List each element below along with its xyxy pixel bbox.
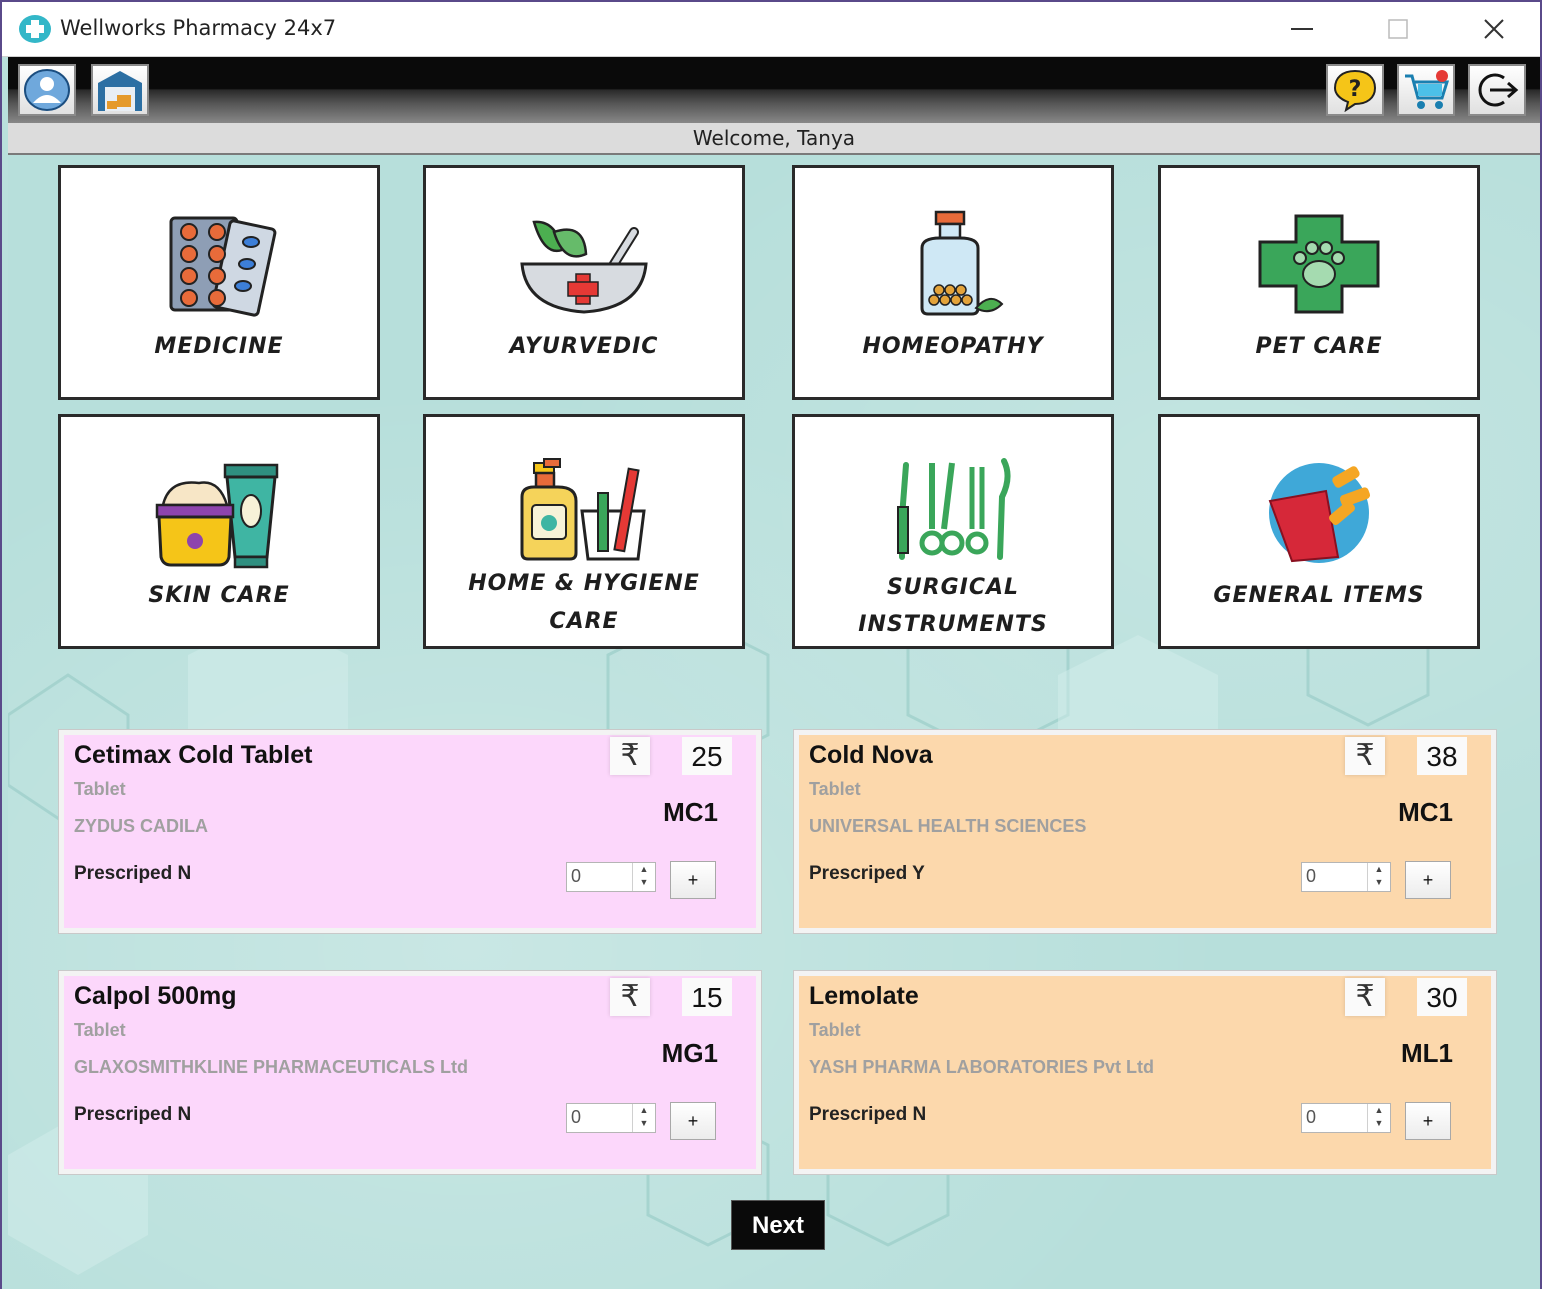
cream-icon [155,463,279,569]
rupee-icon: ₹ [610,737,650,775]
category-label: MEDICINE [154,334,284,359]
product-card: Lemolate Tablet YASH PHARMA LABORATORIES… [793,970,1497,1175]
spinner-arrows-icon[interactable]: ▲ ▼ [632,863,655,891]
help-icon: ? [1333,69,1377,112]
quantity-value: 0 [571,1107,582,1127]
product-code: MC1 [1398,797,1453,827]
maximize-button[interactable] [1368,8,1428,50]
logout-icon [1478,73,1519,107]
product-card: Calpol 500mg Tablet GLAXOSMITHKLINE PHAR… [58,970,762,1175]
profile-icon [24,69,70,111]
app-window: Wellworks Pharmacy 24x7 ? Welcome, Tanya… [2,2,1540,1289]
product-prescribed: Prescriped N [74,863,192,884]
minimize-button[interactable] [1272,8,1332,50]
category-skin-care[interactable]: SKIN CARE [58,414,380,649]
product-price: 25 [682,737,732,775]
product-manufacturer: ZYDUS CADILA [74,816,208,836]
rupee-icon: ₹ [1345,737,1385,775]
category-label-line2: INSTRUMENTS [858,612,1048,637]
quantity-value: 0 [1306,1107,1317,1127]
product-manufacturer: UNIVERSAL HEALTH SCIENCES [809,816,1087,836]
product-price: 15 [682,978,732,1016]
category-label: PET CARE [1255,334,1383,359]
snacks-icon [1268,463,1371,563]
category-label-line1: SURGICAL [886,575,1020,600]
quantity-value: 0 [1306,866,1317,886]
paw-cross-icon [1258,214,1380,314]
spinner-arrows-icon[interactable]: ▲ ▼ [1367,1104,1390,1132]
close-window-button[interactable] [1464,8,1524,50]
product-name: Lemolate [809,982,919,1010]
product-form: Tablet [74,1020,126,1040]
product-manufacturer: GLAXOSMITHKLINE PHARMACEUTICALS Ltd [74,1057,468,1077]
category-label: GENERAL ITEMS [1213,583,1425,608]
product-form: Tablet [809,1020,861,1040]
bottle-icon [920,210,1004,316]
mortar-pestle-icon [520,220,648,314]
category-label-line1: HOME & HYGIENE [468,571,700,596]
product-name: Cold Nova [809,741,933,769]
category-label-line2: CARE [549,609,619,634]
product-code: ML1 [1401,1038,1453,1068]
quantity-stepper[interactable]: 0 ▲ ▼ [1301,1103,1391,1133]
spinner-arrows-icon[interactable]: ▲ ▼ [1367,863,1390,891]
spinner-arrows-icon[interactable]: ▲ ▼ [632,1104,655,1132]
warehouse-icon [98,71,142,111]
category-homeopathy[interactable]: HOMEOPATHY [792,165,1114,400]
category-pet-care[interactable]: PET CARE [1158,165,1480,400]
svg-text:?: ? [1349,77,1362,102]
category-label: HOMEOPATHY [862,334,1044,359]
rupee-icon: ₹ [1345,978,1385,1016]
quantity-stepper[interactable]: 0 ▲ ▼ [566,1103,656,1133]
product-manufacturer: YASH PHARMA LABORATORIES Pvt Ltd [809,1057,1155,1077]
add-to-cart-button[interactable]: + [1405,1102,1451,1140]
add-to-cart-button[interactable]: + [670,861,716,899]
window-title: Wellworks Pharmacy 24x7 [60,16,337,40]
product-prescribed: Prescriped N [809,1104,927,1125]
next-button[interactable]: Next [731,1200,825,1250]
surgical-tools-icon [897,458,1011,560]
minimize-icon [1291,28,1313,30]
product-price: 30 [1417,978,1467,1016]
toolbar: ? [8,57,1540,123]
logout-button[interactable] [1468,64,1526,116]
product-code: MG1 [661,1038,718,1068]
profile-button[interactable] [18,64,76,116]
category-general-items[interactable]: GENERAL ITEMS [1158,414,1480,649]
rupee-icon: ₹ [610,978,650,1016]
welcome-message: Welcome, Tanya [8,123,1540,155]
add-to-cart-button[interactable]: + [1405,861,1451,899]
cart-button[interactable] [1397,64,1455,116]
cart-icon [1405,70,1450,109]
main-content: MEDICINE AYURVEDIC HOMEOPATHY PET CARE S… [8,155,1540,1289]
product-price: 38 [1417,737,1467,775]
soap-icon [520,458,646,561]
title-bar: Wellworks Pharmacy 24x7 [2,2,1540,57]
category-ayurvedic[interactable]: AYURVEDIC [423,165,745,400]
product-prescribed: Prescriped N [74,1104,192,1125]
category-medicine[interactable]: MEDICINE [58,165,380,400]
category-label: SKIN CARE [148,583,290,608]
product-form: Tablet [809,779,861,799]
add-to-cart-button[interactable]: + [670,1102,716,1140]
close-icon [1484,19,1504,39]
help-button[interactable]: ? [1326,64,1384,116]
pills-icon [169,216,277,317]
quantity-stepper[interactable]: 0 ▲ ▼ [566,862,656,892]
category-home-hygiene-care[interactable]: HOME & HYGIENE CARE [423,414,745,649]
product-name: Cetimax Cold Tablet [74,741,313,769]
category-label: AYURVEDIC [509,334,659,359]
app-logo-icon [19,15,51,43]
category-surgical-instruments[interactable]: SURGICAL INSTRUMENTS [792,414,1114,649]
product-card: Cold Nova Tablet UNIVERSAL HEALTH SCIENC… [793,729,1497,934]
product-card: Cetimax Cold Tablet Tablet ZYDUS CADILA … [58,729,762,934]
quantity-stepper[interactable]: 0 ▲ ▼ [1301,862,1391,892]
warehouse-button[interactable] [91,64,149,116]
product-prescribed: Prescriped Y [809,863,925,884]
product-name: Calpol 500mg [74,982,237,1010]
quantity-value: 0 [571,866,582,886]
product-form: Tablet [74,779,126,799]
maximize-icon [1388,19,1408,39]
product-code: MC1 [663,797,718,827]
